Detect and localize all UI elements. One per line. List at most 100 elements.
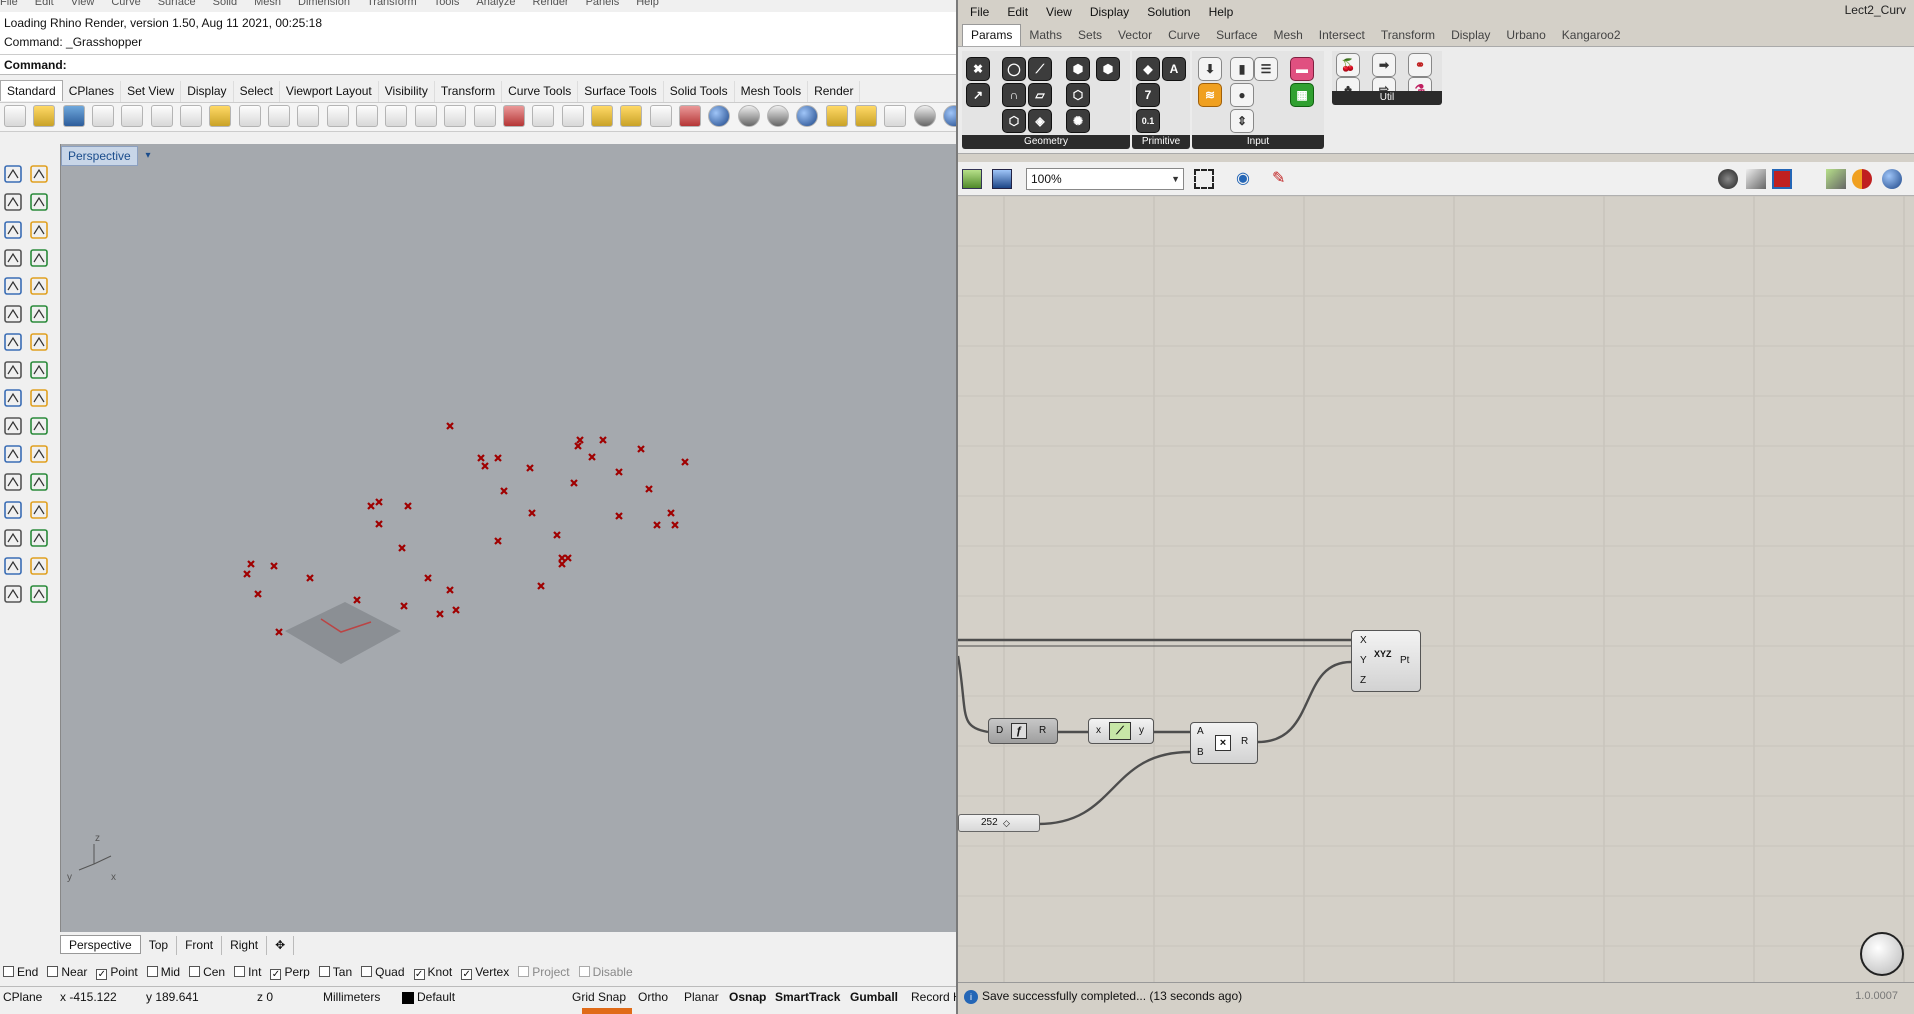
undo-view-icon[interactable]: [444, 105, 467, 127]
gh-tab[interactable]: Urbano: [1498, 25, 1553, 46]
input-y[interactable]: Y: [1360, 655, 1367, 666]
line-pair-tool-icon[interactable]: [28, 191, 50, 213]
point-marker[interactable]: [424, 574, 432, 582]
osnap-project[interactable]: Project: [518, 962, 570, 982]
group-param-icon[interactable]: ⬢: [1096, 57, 1120, 81]
gh-menu-item[interactable]: Help: [1209, 2, 1234, 22]
fillet-tool-icon[interactable]: [28, 387, 50, 409]
point-marker[interactable]: [553, 531, 561, 539]
zoom-extents-icon[interactable]: [1194, 169, 1214, 189]
osnap-checkbox[interactable]: [361, 966, 373, 977]
point-marker[interactable]: [404, 502, 412, 510]
cut-icon[interactable]: [150, 105, 173, 127]
four-viewports-icon[interactable]: [473, 105, 496, 127]
toolbar-tab[interactable]: Solid Tools: [664, 81, 735, 102]
point-marker[interactable]: [247, 560, 255, 568]
text-param-icon[interactable]: A: [1162, 57, 1186, 81]
input-a[interactable]: A: [1197, 726, 1204, 737]
sketch-pen-icon[interactable]: ✎: [1272, 169, 1292, 189]
point-marker[interactable]: [558, 554, 566, 562]
select-tool-icon[interactable]: [2, 163, 24, 185]
arc-tool-icon[interactable]: [2, 275, 24, 297]
point-marker[interactable]: [275, 628, 283, 636]
point-marker[interactable]: [481, 462, 489, 470]
perspective-viewport[interactable]: z y x Perspective ▾: [60, 144, 956, 932]
osnap-checkbox[interactable]: [189, 966, 201, 977]
sweep-tool-icon[interactable]: [2, 443, 24, 465]
lock-icon[interactable]: [649, 105, 672, 127]
rhino-menu-item[interactable]: Render: [533, 0, 569, 8]
point-marker[interactable]: [353, 596, 361, 604]
output-pt[interactable]: Pt: [1400, 655, 1409, 666]
gh-menu-item[interactable]: Edit: [1007, 2, 1028, 22]
field-param-icon[interactable]: ✺: [1066, 109, 1090, 133]
osnap-checkbox[interactable]: [3, 966, 14, 977]
box-tool-icon[interactable]: [2, 331, 24, 353]
deform-tool-icon[interactable]: [28, 359, 50, 381]
rhino-menu-item[interactable]: Help: [636, 0, 659, 8]
save-icon[interactable]: [992, 169, 1012, 189]
blend-tool-icon[interactable]: [2, 415, 24, 437]
osnap-knot[interactable]: ✓ Knot: [413, 962, 452, 982]
viewport-menu-arrow-icon[interactable]: ▾: [141, 147, 155, 165]
zoom-dynamic-icon[interactable]: [326, 105, 349, 127]
rhino-menu-item[interactable]: Transform: [367, 0, 417, 8]
check-tool-icon[interactable]: [28, 555, 50, 577]
gh-menu-item[interactable]: File: [970, 2, 989, 22]
zoom-extents-icon[interactable]: [385, 105, 408, 127]
point-marker[interactable]: [446, 422, 454, 430]
point-marker[interactable]: [446, 586, 454, 594]
point-marker[interactable]: [477, 454, 485, 462]
boolean-param-icon[interactable]: ◆: [1136, 57, 1160, 81]
gh-tab[interactable]: Transform: [1373, 25, 1443, 46]
point-marker[interactable]: [637, 445, 645, 453]
boolean-tool-icon[interactable]: [28, 331, 50, 353]
import-icon[interactable]: [121, 105, 144, 127]
rhino-menu-item[interactable]: Dimension: [298, 0, 350, 8]
circle-param-icon[interactable]: ◯: [1002, 57, 1026, 81]
point-marker[interactable]: [243, 570, 251, 578]
point-marker[interactable]: [375, 498, 383, 506]
point-marker[interactable]: [615, 468, 623, 476]
gh-tab[interactable]: Display: [1443, 25, 1498, 46]
solid-tool-icon[interactable]: [2, 583, 24, 605]
toolbar-tab[interactable]: Render: [808, 81, 861, 102]
status-smarttrack[interactable]: SmartTrack: [775, 987, 840, 1008]
osnap-vertex[interactable]: ✓ Vertex: [461, 962, 509, 982]
gh-tab[interactable]: Surface: [1208, 25, 1265, 46]
dimension-icon[interactable]: [884, 105, 907, 127]
point-marker[interactable]: [537, 582, 545, 590]
osnap-checkbox[interactable]: [146, 966, 158, 977]
help-icon[interactable]: [943, 105, 956, 127]
rhino-menu-item[interactable]: Mesh: [254, 0, 281, 8]
status-record[interactable]: Record H: [911, 987, 956, 1008]
layer-icon[interactable]: [678, 105, 701, 127]
osnap-checkbox[interactable]: ✓: [270, 969, 282, 980]
car-icon[interactable]: [502, 105, 525, 127]
osnap-checkbox[interactable]: [578, 966, 590, 977]
point-marker[interactable]: [436, 610, 444, 618]
point-marker[interactable]: [306, 574, 314, 582]
light-icon[interactable]: [620, 105, 643, 127]
curve-param-icon[interactable]: ∩: [1002, 83, 1026, 107]
mesh-param-icon[interactable]: ◈: [1028, 109, 1052, 133]
copy-icon[interactable]: [180, 105, 203, 127]
point-marker[interactable]: [400, 602, 408, 610]
wireframe-preview-icon[interactable]: [1746, 169, 1766, 189]
viewport-title[interactable]: Perspective: [61, 146, 138, 166]
print-icon[interactable]: [92, 105, 115, 127]
osnap-point[interactable]: ✓ Point: [96, 962, 138, 982]
output-r[interactable]: R: [1039, 725, 1046, 736]
rhino-menu-item[interactable]: Panels: [586, 0, 620, 8]
point-marker[interactable]: [667, 509, 675, 517]
gh-tab[interactable]: Maths: [1021, 25, 1070, 46]
point-tool-icon[interactable]: [28, 163, 50, 185]
osnap-checkbox[interactable]: [47, 966, 59, 977]
record-icon[interactable]: [913, 105, 936, 127]
box-param-icon[interactable]: ⬢: [1066, 57, 1090, 81]
viewport-tab[interactable]: Front: [177, 936, 223, 955]
dim-tool-icon[interactable]: [28, 471, 50, 493]
graph-mapper-component[interactable]: x ⟋ y: [1088, 718, 1154, 744]
point-marker[interactable]: [398, 544, 406, 552]
point-marker[interactable]: [558, 560, 566, 568]
